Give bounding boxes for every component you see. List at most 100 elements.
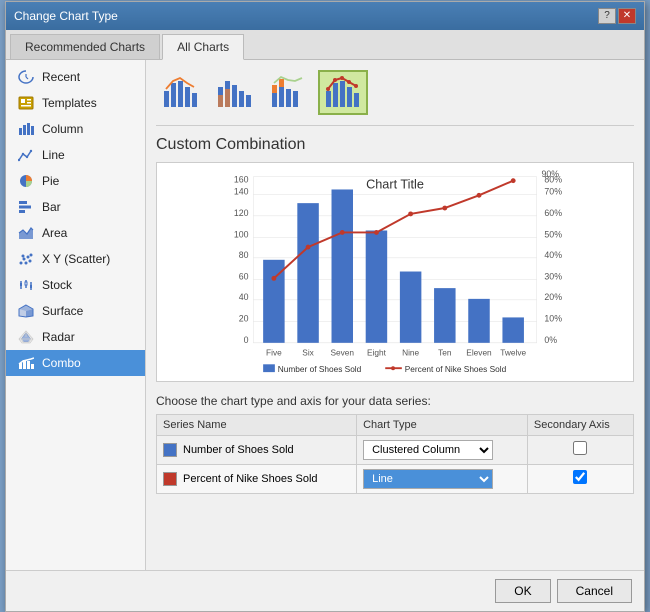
- combo-icon-btn-1[interactable]: [156, 70, 206, 115]
- ok-button[interactable]: OK: [495, 579, 550, 603]
- series-color-indicator-blue: [163, 443, 177, 457]
- series-name-label-shoes-sold: Number of Shoes Sold: [183, 444, 294, 456]
- sidebar-item-bar[interactable]: Bar: [6, 194, 145, 220]
- sidebar-item-combo[interactable]: Combo: [6, 350, 145, 376]
- sidebar-item-column[interactable]: Column: [6, 116, 145, 142]
- svg-text:10%: 10%: [544, 313, 562, 323]
- tab-bar: Recommended Charts All Charts: [6, 30, 644, 60]
- svg-text:160: 160: [234, 174, 249, 184]
- combo-icon-btn-4[interactable]: [318, 70, 368, 115]
- line-icon: [16, 147, 36, 163]
- svg-text:Percent of Nike Shoes Sold: Percent of Nike Shoes Sold: [405, 364, 507, 374]
- chart-type-select-shoes-sold[interactable]: Clustered Column Line Bar Area: [363, 440, 493, 460]
- col-header-chart-type: Chart Type: [357, 414, 528, 435]
- svg-text:0: 0: [244, 334, 249, 344]
- cancel-button[interactable]: Cancel: [557, 579, 632, 603]
- main-panel: Custom Combination 0 20 40 60 80 100 120…: [146, 60, 644, 570]
- column-icon: [16, 121, 36, 137]
- svg-text:60: 60: [239, 271, 249, 281]
- svg-text:Six: Six: [302, 347, 314, 357]
- series-table: Series Name Chart Type Secondary Axis Nu…: [156, 414, 634, 494]
- svg-text:60%: 60%: [544, 207, 562, 217]
- svg-text:100: 100: [234, 229, 249, 239]
- sidebar-label-stock: Stock: [42, 278, 72, 292]
- dialog-footer: OK Cancel: [6, 570, 644, 611]
- pie-icon: [16, 173, 36, 189]
- chart-svg: 0 20 40 60 80 100 120 140 160: [161, 167, 629, 377]
- sidebar-item-xy-scatter[interactable]: X Y (Scatter): [6, 246, 145, 272]
- svg-text:Nine: Nine: [402, 347, 419, 357]
- sidebar-item-radar[interactable]: Radar: [6, 324, 145, 350]
- secondary-axis-checkbox-nike-sold[interactable]: [573, 470, 587, 484]
- sidebar-label-surface: Surface: [42, 304, 83, 318]
- svg-text:50%: 50%: [544, 229, 562, 239]
- combo-icon: [16, 355, 36, 371]
- series-name-shoes-sold: Number of Shoes Sold: [163, 443, 350, 457]
- sidebar-label-column: Column: [42, 122, 83, 136]
- stock-icon: [16, 277, 36, 293]
- templates-icon: [16, 95, 36, 111]
- svg-text:140: 140: [234, 186, 249, 196]
- series-name-label-nike-sold: Percent of Nike Shoes Sold: [183, 473, 318, 485]
- svg-text:30%: 30%: [544, 271, 562, 281]
- series-config-label: Choose the chart type and axis for your …: [156, 394, 634, 408]
- svg-text:Eleven: Eleven: [466, 347, 492, 357]
- sidebar-label-area: Area: [42, 226, 67, 240]
- scatter-icon: [16, 251, 36, 267]
- col-header-secondary-axis: Secondary Axis: [527, 414, 633, 435]
- sidebar-item-stock[interactable]: Stock: [6, 272, 145, 298]
- tab-recommended-charts[interactable]: Recommended Charts: [10, 34, 160, 59]
- svg-text:40: 40: [239, 291, 249, 301]
- sidebar-label-templates: Templates: [42, 96, 97, 110]
- svg-text:120: 120: [234, 207, 249, 217]
- sidebar-item-surface[interactable]: Surface: [6, 298, 145, 324]
- sidebar-label-bar: Bar: [42, 200, 61, 214]
- radar-icon: [16, 329, 36, 345]
- chart-type-select-nike-sold[interactable]: Line Clustered Column Bar Area: [363, 469, 493, 489]
- sidebar-label-xy-scatter: X Y (Scatter): [42, 252, 110, 266]
- table-row: Number of Shoes Sold Clustered Column Li…: [157, 435, 634, 464]
- combo-icon-btn-3[interactable]: [264, 70, 314, 115]
- svg-text:80: 80: [239, 249, 249, 259]
- sidebar-label-recent: Recent: [42, 70, 80, 84]
- chart-preview: 0 20 40 60 80 100 120 140 160: [156, 162, 634, 382]
- table-row: Percent of Nike Shoes Sold Line Clustere…: [157, 464, 634, 493]
- sidebar-label-line: Line: [42, 148, 65, 162]
- section-title: Custom Combination: [156, 136, 634, 154]
- bar-icon: [16, 199, 36, 215]
- title-bar: Change Chart Type ? ✕: [6, 2, 644, 30]
- sidebar-item-line[interactable]: Line: [6, 142, 145, 168]
- svg-text:Seven: Seven: [330, 347, 354, 357]
- combo-icon-btn-2[interactable]: [210, 70, 260, 115]
- help-button[interactable]: ?: [598, 8, 616, 24]
- svg-text:Ten: Ten: [438, 347, 452, 357]
- svg-text:90%: 90%: [542, 168, 560, 178]
- surface-icon: [16, 303, 36, 319]
- svg-text:40%: 40%: [544, 249, 562, 259]
- sidebar-label-radar: Radar: [42, 330, 75, 344]
- sidebar-item-pie[interactable]: Pie: [6, 168, 145, 194]
- dialog-content: Recent Templates: [6, 60, 644, 570]
- svg-text:Number of Shoes Sold: Number of Shoes Sold: [278, 364, 362, 374]
- svg-text:70%: 70%: [544, 186, 562, 196]
- svg-text:Chart Title: Chart Title: [366, 177, 424, 191]
- sidebar-item-area[interactable]: Area: [6, 220, 145, 246]
- close-button[interactable]: ✕: [618, 8, 636, 24]
- change-chart-type-dialog: Change Chart Type ? ✕ Recommended Charts…: [5, 1, 645, 612]
- svg-text:20%: 20%: [544, 291, 562, 301]
- series-name-nike-sold: Percent of Nike Shoes Sold: [163, 472, 350, 486]
- series-color-indicator-red: [163, 472, 177, 486]
- sidebar-item-templates[interactable]: Templates: [6, 90, 145, 116]
- area-icon: [16, 225, 36, 241]
- title-bar-buttons: ? ✕: [598, 8, 636, 24]
- chart-type-sidebar: Recent Templates: [6, 60, 146, 570]
- secondary-axis-checkbox-shoes-sold[interactable]: [573, 441, 587, 455]
- svg-text:20: 20: [239, 313, 249, 323]
- recent-icon: [16, 69, 36, 85]
- sidebar-item-recent[interactable]: Recent: [6, 64, 145, 90]
- svg-text:Twelve: Twelve: [500, 347, 526, 357]
- svg-text:Eight: Eight: [367, 347, 387, 357]
- tab-all-charts[interactable]: All Charts: [162, 34, 244, 60]
- chart-icons-row: [156, 70, 634, 126]
- svg-text:0%: 0%: [544, 334, 557, 344]
